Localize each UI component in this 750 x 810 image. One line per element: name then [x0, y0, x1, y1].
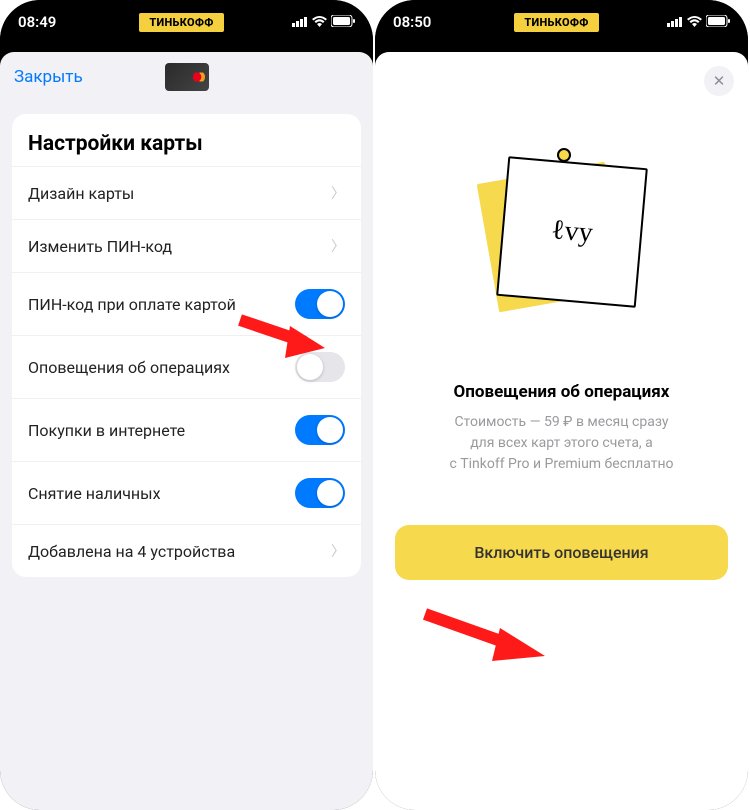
toggle-pin-on-pay[interactable]	[295, 289, 345, 319]
battery-icon	[706, 13, 730, 31]
info-title: Оповещения об операциях	[395, 382, 728, 402]
statusbar: 08:49 ТИНЬКОФФ	[0, 0, 373, 44]
status-brand: ТИНЬКОФФ	[139, 13, 223, 32]
status-brand: ТИНЬКОФФ	[514, 13, 598, 32]
row-label: Оповещения об операциях	[28, 358, 230, 377]
close-button[interactable]: ✕	[704, 66, 734, 96]
info-sheet: ✕ ℓvy Оповещения об операциях Стоимость …	[375, 52, 748, 810]
close-link[interactable]: Закрыть	[14, 67, 83, 87]
chevron-right-icon: 〉	[331, 236, 345, 256]
sheet-header: Закрыть	[0, 52, 373, 102]
settings-group: Настройки карты Дизайн карты 〉 Изменить …	[12, 114, 361, 577]
status-icons	[285, 13, 355, 31]
wifi-icon	[312, 13, 327, 31]
statusbar: 08:50 ТИНЬКОФФ	[375, 0, 748, 44]
wifi-icon	[687, 13, 702, 31]
battery-icon	[331, 13, 355, 31]
toggle-cash-withdrawal[interactable]	[295, 478, 345, 508]
cellular-icon	[667, 13, 683, 31]
sticky-note-illustration-icon: ℓvy	[462, 142, 662, 342]
row-change-pin[interactable]: Изменить ПИН-код 〉	[12, 219, 361, 272]
settings-sheet: Закрыть Настройки карты Дизайн карты 〉 И…	[0, 52, 373, 810]
row-devices[interactable]: Добавлена на 4 устройства 〉	[12, 524, 361, 577]
chevron-right-icon: 〉	[331, 541, 345, 561]
row-pin-on-pay: ПИН-код при оплате картой	[12, 272, 361, 335]
row-label: ПИН-код при оплате картой	[28, 295, 236, 314]
row-notifications: Оповещения об операциях	[12, 335, 361, 398]
row-label: Дизайн карты	[28, 184, 134, 203]
row-label: Добавлена на 4 устройства	[28, 542, 235, 561]
cellular-icon	[292, 13, 308, 31]
phone-right: 08:50 ТИНЬКОФФ ✕ ℓvy Оповещения об опера…	[375, 0, 748, 810]
phone-left: 08:49 ТИНЬКОФФ Закрыть Настройки карты Д…	[0, 0, 373, 810]
toggle-online-purchases[interactable]	[295, 415, 345, 445]
row-cash-withdrawal: Снятие наличных	[12, 461, 361, 524]
card-thumbnail-icon	[165, 63, 209, 91]
info-description: Стоимость — 59 ₽ в месяц сразу для всех …	[415, 412, 708, 475]
row-online-purchases: Покупки в интернете	[12, 398, 361, 461]
toggle-notifications[interactable]	[295, 352, 345, 382]
status-icons	[660, 13, 730, 31]
row-design[interactable]: Дизайн карты 〉	[12, 166, 361, 219]
row-label: Покупки в интернете	[28, 421, 185, 440]
close-icon: ✕	[713, 72, 726, 90]
group-title: Настройки карты	[12, 114, 361, 166]
status-time: 08:49	[18, 13, 78, 31]
enable-notifications-button[interactable]: Включить оповещения	[395, 525, 728, 580]
chevron-right-icon: 〉	[331, 183, 345, 203]
row-label: Изменить ПИН-код	[28, 237, 172, 256]
status-time: 08:50	[393, 13, 453, 31]
row-label: Снятие наличных	[28, 484, 161, 503]
